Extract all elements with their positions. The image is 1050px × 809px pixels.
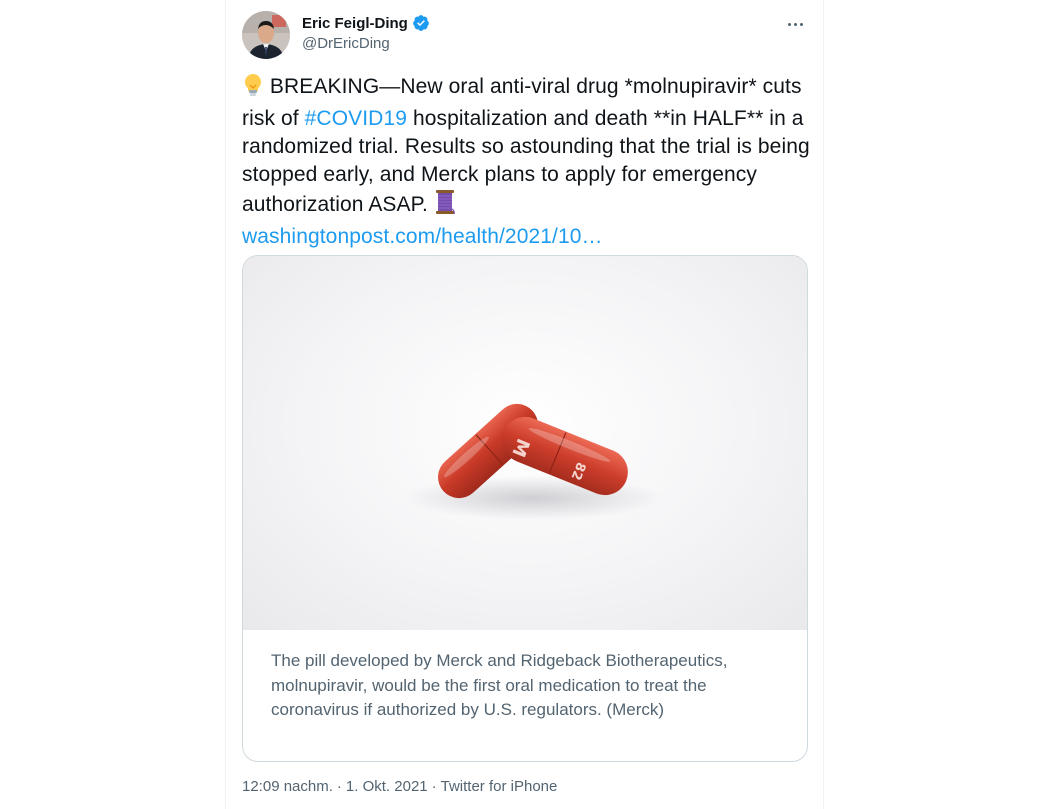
verified-badge-icon <box>412 14 430 32</box>
tweet-card: Eric Feigl-Ding @DrEricDing BREAKING—New… <box>225 0 824 809</box>
red-capsules-image[interactable]: M 82 <box>243 256 807 630</box>
tweet-time[interactable]: 12:09 nachm. <box>242 778 333 795</box>
article-link[interactable]: washingtonpost.com/health/2021/10… <box>242 225 603 248</box>
author-name-row[interactable]: Eric Feigl-Ding <box>302 14 430 32</box>
light-bulb-icon <box>242 73 264 105</box>
tweet-date[interactable]: 1. Okt. 2021 <box>346 778 428 795</box>
author-name[interactable]: Eric Feigl-Ding <box>302 15 408 32</box>
more-options-icon[interactable] <box>785 14 805 34</box>
tweet-metadata: 12:09 nachm. · 1. Okt. 2021 · Twitter fo… <box>242 778 557 795</box>
thread-spool-icon <box>434 189 456 223</box>
separator: · <box>336 778 342 795</box>
avatar[interactable] <box>242 11 290 59</box>
media-caption: The pill developed by Merck and Ridgebac… <box>271 651 728 719</box>
hashtag-link[interactable]: #COVID19 <box>305 107 407 130</box>
author-handle[interactable]: @DrEricDing <box>302 35 390 52</box>
tweet-text: BREAKING—New oral anti-viral drug *molnu… <box>242 73 817 251</box>
link-preview-card[interactable]: M 82 The pill developed by Merck and Rid… <box>242 255 808 762</box>
tweet-source[interactable]: Twitter for iPhone <box>441 778 558 795</box>
separator: · <box>431 778 437 795</box>
